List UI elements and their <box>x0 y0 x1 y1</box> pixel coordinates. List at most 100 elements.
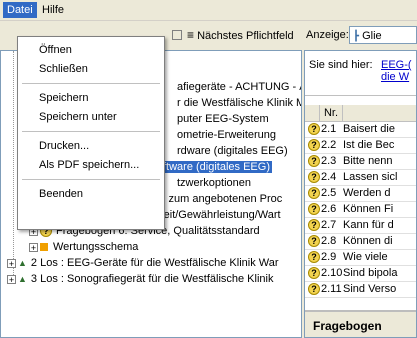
row-text: Sind Verso <box>343 283 397 295</box>
tree-item-label: rdware (digitales EEG) <box>177 145 288 157</box>
row-text: Sind bipola <box>343 267 398 279</box>
row-text: Können Fi <box>343 203 394 215</box>
menubar: Datei Hilfe <box>0 0 417 21</box>
row-text: Wie viele <box>343 251 388 263</box>
tree-item[interactable]: r die Westfälische Klinik Mars <box>175 95 301 111</box>
row-text: Können di <box>343 235 393 247</box>
tree-item-label: 3 Los : Sonografiegerät für die Westfäli… <box>30 273 274 285</box>
expand-icon[interactable]: + <box>7 258 16 268</box>
tree-item[interactable]: + ▲ 2 Los : EEG-Geräte für die Westfälisch… <box>7 255 281 271</box>
row-number: 2.3 <box>321 155 337 167</box>
row-text: Lassen sicl <box>343 171 398 183</box>
row-number: 2.11 <box>321 283 342 295</box>
tree-item[interactable]: + ▲ 3 Los : Sonografiegerät für die Westfä… <box>7 271 275 287</box>
table-row[interactable]: ? 2.9 Wie viele <box>305 250 416 266</box>
menu-item-open[interactable]: Öffnen <box>19 40 163 60</box>
question-icon: ? <box>308 267 320 279</box>
breadcrumb-link[interactable]: EEG-( <box>381 59 412 71</box>
table-row[interactable]: ? 2.11 Sind Verso <box>305 282 416 298</box>
row-number: 2.4 <box>321 171 337 183</box>
tree-item-label: puter EEG-System <box>177 113 269 125</box>
expand-icon[interactable]: + <box>29 242 38 252</box>
row-number: 2.5 <box>321 187 337 199</box>
breadcrumb-link[interactable]: die W <box>381 71 409 83</box>
collapse-button[interactable] <box>172 25 182 45</box>
menu-hilfe[interactable]: Hilfe <box>38 2 68 18</box>
tree-item-label: afiegeräte - ACHTUNG - Änd <box>177 81 301 93</box>
menu-datei[interactable]: Datei <box>3 2 37 18</box>
tree-view-icon: ┣ <box>353 31 360 42</box>
row-number: 2.10 <box>321 267 343 279</box>
row-number: 2.8 <box>321 235 337 247</box>
breadcrumb: Sie sind hier: EEG-( die W <box>305 51 416 96</box>
grid-header-text[interactable] <box>343 105 416 122</box>
tree-item[interactable]: afiegeräte - ACHTUNG - Änd <box>175 79 301 95</box>
menu-separator <box>22 179 160 180</box>
tree-item-label: r die Westfälische Klinik Mars <box>177 97 301 109</box>
menu-datei-label: Datei <box>7 4 33 16</box>
row-number: 2.6 <box>321 203 337 215</box>
breadcrumb-label: Sie sind hier: <box>309 59 373 71</box>
row-text: Baisert die <box>343 123 395 135</box>
question-icon: ? <box>308 251 320 263</box>
question-icon: ? <box>308 155 320 167</box>
menu-separator <box>22 131 160 132</box>
row-number: 2.9 <box>321 251 337 263</box>
grid-header-nr[interactable]: Nr. <box>320 105 343 122</box>
table-row[interactable]: ? 2.10 Sind bipola <box>305 266 416 282</box>
expand-icon[interactable]: + <box>7 274 16 284</box>
lot-icon: ▲ <box>18 258 27 268</box>
table-row[interactable]: ? 2.8 Können di <box>305 234 416 250</box>
question-icon: ? <box>308 123 320 135</box>
row-text: Kann für d <box>343 219 394 231</box>
table-row[interactable]: ? 2.3 Bitte nenn <box>305 154 416 170</box>
question-icon: ? <box>308 203 320 215</box>
lot-icon: ▲ <box>18 274 27 284</box>
tree-item[interactable]: rdware (digitales EEG) <box>175 143 290 159</box>
row-text: Werden d <box>343 187 391 199</box>
row-number: 2.2 <box>321 139 337 151</box>
table-row[interactable]: ? 2.4 Lassen sicl <box>305 170 416 186</box>
menu-item-print[interactable]: Drucken... <box>19 136 163 156</box>
row-number: 2.7 <box>321 219 337 231</box>
detail-panel: Sie sind hier: EEG-( die W Nr. ? 2.1 Baise… <box>304 50 417 338</box>
row-number: 2.1 <box>321 123 337 135</box>
tree-item-label: 2 Los : EEG-Geräte für die Westfälische … <box>30 257 279 269</box>
tree-item[interactable]: tzwerkoptionen <box>175 175 253 191</box>
tree-item-label: tzwerkoptionen <box>177 177 251 189</box>
grid-header-icon-col <box>305 105 320 122</box>
menu-item-save-pdf[interactable]: Als PDF speichern... <box>19 155 163 175</box>
row-text: Bitte nenn <box>343 155 393 167</box>
menu-item-exit[interactable]: Beenden <box>19 184 163 204</box>
table-row[interactable]: ? 2.6 Können Fi <box>305 202 416 218</box>
question-icon: ? <box>308 171 320 183</box>
tree-item[interactable]: puter EEG-System <box>175 111 271 127</box>
next-required-field-button[interactable]: ≡ Nächstes Pflichtfeld <box>187 25 294 45</box>
next-required-field-label: Nächstes Pflichtfeld <box>197 30 294 42</box>
menu-separator <box>22 83 160 84</box>
tree-item[interactable]: ometrie-Erweiterung <box>175 127 278 143</box>
table-row[interactable]: ? 2.7 Kann für d <box>305 218 416 234</box>
menu-item-save-as[interactable]: Speichern unter <box>19 107 163 127</box>
table-row[interactable]: ? 2.1 Baisert die <box>305 122 416 138</box>
tree-item[interactable]: + Wertungsschema <box>29 239 140 255</box>
menu-item-close[interactable]: Schließen <box>19 59 163 79</box>
tree-item-label: Wertungsschema <box>53 241 139 253</box>
question-icon: ? <box>308 139 320 151</box>
collapse-icon <box>172 30 182 41</box>
question-icon: ? <box>308 187 320 199</box>
file-menu: Öffnen Schließen Speichern Speichern unt… <box>17 36 165 230</box>
view-label: Anzeige: <box>306 29 349 41</box>
table-row[interactable]: ? 2.5 Werden d <box>305 186 416 202</box>
question-icon: ? <box>308 219 320 231</box>
question-icon: ? <box>308 235 320 247</box>
tree-item-selected[interactable]: ftware (digitales EEG) <box>161 159 272 175</box>
schema-icon <box>40 243 48 252</box>
table-row[interactable]: ? 2.2 Ist die Bec <box>305 138 416 154</box>
question-icon: ? <box>308 283 320 295</box>
menu-item-save[interactable]: Speichern <box>19 88 163 108</box>
next-field-icon: ≡ <box>187 28 195 42</box>
tree-guide-line <box>13 51 14 279</box>
menu-hilfe-label: Hilfe <box>42 4 65 16</box>
view-select[interactable]: ┣ Glie <box>349 26 417 44</box>
